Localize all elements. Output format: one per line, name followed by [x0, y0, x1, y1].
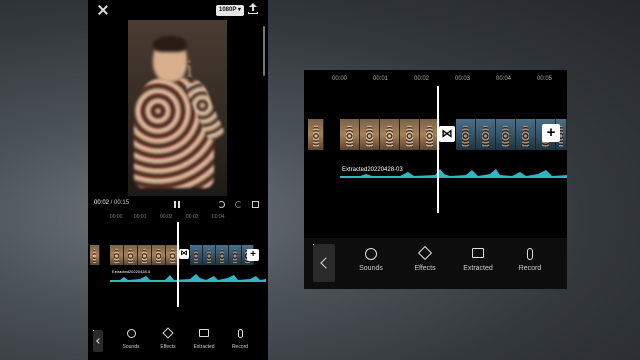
- tool-extracted[interactable]: Extracted: [459, 248, 497, 272]
- back-button[interactable]: [313, 244, 335, 282]
- ruler-tick: 00:05: [537, 76, 553, 82]
- ruler-tick: 00:00: [332, 76, 348, 82]
- record-icon: [237, 329, 243, 338]
- audio-track[interactable]: Extracted20220428-03: [340, 158, 567, 178]
- video-clip-1[interactable]: [340, 119, 440, 150]
- time-readout: 00:02 / 00:15: [94, 200, 129, 206]
- current-time: 00:02: [94, 200, 110, 206]
- previous-clip-thumbnail[interactable]: [90, 245, 100, 265]
- ruler-tick: 00:01: [134, 214, 147, 220]
- extracted-icon: [199, 329, 209, 337]
- video-clip-1[interactable]: [110, 245, 180, 265]
- ruler-tick: 00:02: [414, 76, 430, 82]
- tool-effects[interactable]: Effects: [153, 327, 183, 350]
- timeline-ruler: 00:00 00:01 00:02 00:03 00:04: [88, 212, 268, 222]
- record-icon: [527, 248, 533, 260]
- pause-icon[interactable]: [174, 201, 180, 208]
- ruler-tick: 00:02: [160, 214, 173, 220]
- audio-track-label: Extracted20220428-0: [112, 269, 151, 274]
- transition-icon[interactable]: ⋈: [179, 249, 189, 259]
- redo-icon[interactable]: [235, 201, 242, 208]
- add-clip-button[interactable]: +: [542, 124, 560, 142]
- preview-scrollbar[interactable]: [263, 26, 265, 76]
- bottom-toolbar: Sounds Effects Extracted Record: [88, 325, 268, 355]
- ruler-tick: 00:04: [212, 214, 225, 220]
- ruler-tick: 00:03: [455, 76, 471, 82]
- bottom-toolbar: Sounds Effects Extracted Record: [304, 238, 567, 289]
- timeline-ruler: 00:00 00:01 00:02 00:03 00:04 00:05: [304, 74, 567, 86]
- resolution-dropdown[interactable]: 1080P ▾: [216, 5, 244, 16]
- ruler-tick: 00:01: [373, 76, 389, 82]
- tool-label: Effects: [160, 344, 176, 350]
- tool-sounds[interactable]: Sounds: [352, 248, 390, 272]
- tool-label: Sounds: [359, 265, 383, 272]
- tool-sounds[interactable]: Sounds: [116, 329, 146, 350]
- export-icon[interactable]: [248, 3, 258, 15]
- tool-record[interactable]: Record: [511, 248, 549, 272]
- sounds-icon: [126, 329, 136, 338]
- zoomed-timeline-panel: 00:00 00:01 00:02 00:03 00:04 00:05 ⋈ + …: [304, 70, 567, 289]
- ruler-tick: 00:04: [496, 76, 512, 82]
- back-button[interactable]: [93, 330, 103, 352]
- add-clip-button[interactable]: +: [247, 249, 259, 261]
- chevron-left-icon: [96, 338, 102, 344]
- tool-label: Sounds: [122, 344, 140, 350]
- ruler-tick: 00:03: [186, 214, 199, 220]
- audio-track-label: Extracted20220428-03: [342, 167, 403, 173]
- fullscreen-icon[interactable]: [252, 201, 259, 208]
- video-preview[interactable]: ti: [128, 20, 227, 196]
- transition-icon[interactable]: ⋈: [439, 126, 455, 142]
- playhead[interactable]: [437, 86, 439, 213]
- total-time: 00:15: [114, 200, 130, 206]
- effects-icon: [162, 327, 174, 339]
- playhead[interactable]: [177, 222, 179, 307]
- tool-extracted[interactable]: Extracted: [189, 329, 219, 350]
- audio-track[interactable]: Extracted20220428-0: [110, 268, 266, 282]
- close-icon[interactable]: [97, 4, 109, 16]
- tool-label: Record: [231, 344, 249, 350]
- playback-controls: 00:02 / 00:15: [88, 198, 268, 212]
- chevron-left-icon: [320, 257, 332, 269]
- ruler-tick: 00:00: [110, 214, 123, 220]
- tool-record[interactable]: Record: [225, 329, 255, 350]
- tool-label: Effects: [414, 265, 436, 272]
- tool-label: Record: [518, 265, 542, 272]
- phone-editor: 1080P ▾ ti 00:02 / 00:15 00:00 00:01 00:…: [88, 0, 268, 360]
- top-bar: 1080P ▾: [88, 0, 268, 20]
- previous-clip-thumbnail[interactable]: [308, 119, 324, 150]
- resolution-label: 1080P: [219, 7, 237, 13]
- video-clip-2[interactable]: [190, 245, 254, 265]
- tool-effects[interactable]: Effects: [406, 245, 444, 272]
- extracted-icon: [472, 248, 484, 258]
- undo-icon[interactable]: [218, 201, 225, 208]
- tool-label: Extracted: [463, 265, 493, 272]
- tool-label: Extracted: [193, 344, 215, 350]
- effects-icon: [417, 245, 433, 261]
- sounds-icon: [365, 248, 377, 260]
